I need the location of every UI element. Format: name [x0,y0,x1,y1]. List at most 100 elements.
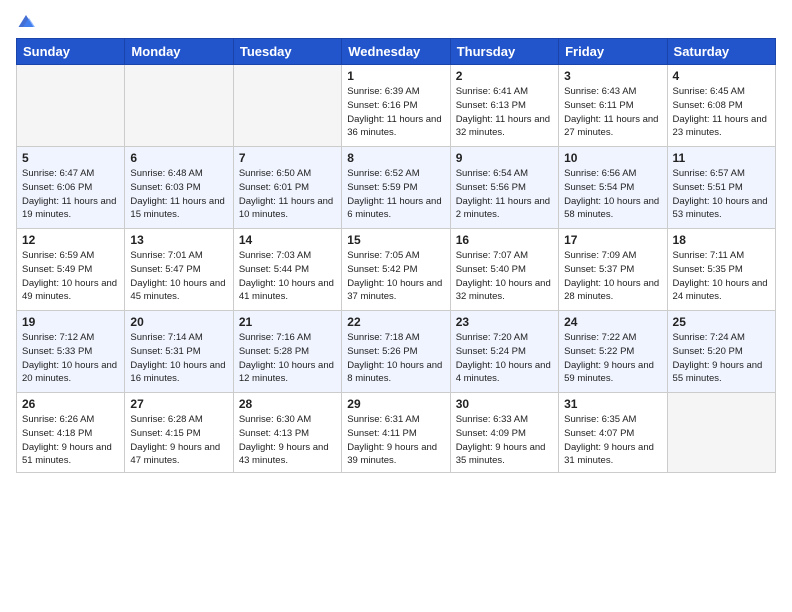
calendar-cell: 17Sunrise: 7:09 AMSunset: 5:37 PMDayligh… [559,229,667,311]
header [16,12,776,30]
day-number: 15 [347,233,444,247]
calendar-cell [667,393,775,473]
day-number: 4 [673,69,770,83]
calendar-cell: 19Sunrise: 7:12 AMSunset: 5:33 PMDayligh… [17,311,125,393]
calendar-cell: 1 Sunrise: 6:39 AMSunset: 6:16 PMDaylight… [342,65,450,147]
day-header-saturday: Saturday [667,39,775,65]
day-number: 19 [22,315,119,329]
day-info: Sunrise: 7:07 AMSunset: 5:40 PMDaylight:… [456,249,553,304]
week-row-2: 5 Sunrise: 6:47 AMSunset: 6:06 PMDaylight… [17,147,776,229]
calendar-cell: 5 Sunrise: 6:47 AMSunset: 6:06 PMDaylight… [17,147,125,229]
day-info: Sunrise: 6:26 AMSunset: 4:18 PMDaylight:… [22,413,119,468]
calendar-cell [125,65,233,147]
day-number: 16 [456,233,553,247]
day-info: Sunrise: 6:48 AMSunset: 6:03 PMDaylight:… [130,167,227,222]
calendar-cell: 29Sunrise: 6:31 AMSunset: 4:11 PMDayligh… [342,393,450,473]
day-number: 3 [564,69,661,83]
day-number: 30 [456,397,553,411]
day-info: Sunrise: 6:47 AMSunset: 6:06 PMDaylight:… [22,167,119,222]
day-info: Sunrise: 7:05 AMSunset: 5:42 PMDaylight:… [347,249,444,304]
day-number: 24 [564,315,661,329]
day-info: Sunrise: 6:57 AMSunset: 5:51 PMDaylight:… [673,167,770,222]
day-number: 12 [22,233,119,247]
day-header-sunday: Sunday [17,39,125,65]
logo [16,12,35,30]
calendar-cell: 25 Sunrise: 7:24 AMSunset: 5:20 PMDayligh… [667,311,775,393]
calendar-cell: 30 Sunrise: 6:33 AMSunset: 4:09 PMDayligh… [450,393,558,473]
day-number: 11 [673,151,770,165]
calendar-cell [233,65,341,147]
day-header-tuesday: Tuesday [233,39,341,65]
day-info: Sunrise: 7:01 AMSunset: 5:47 PMDaylight:… [130,249,227,304]
day-number: 22 [347,315,444,329]
calendar-cell: 6 Sunrise: 6:48 AMSunset: 6:03 PMDaylight… [125,147,233,229]
day-info: Sunrise: 7:11 AMSunset: 5:35 PMDaylight:… [673,249,770,304]
day-info: Sunrise: 6:41 AMSunset: 6:13 PMDaylight:… [456,85,553,140]
day-number: 20 [130,315,227,329]
day-number: 8 [347,151,444,165]
day-number: 25 [673,315,770,329]
week-row-3: 12 Sunrise: 6:59 AMSunset: 5:49 PMDayligh… [17,229,776,311]
day-info: Sunrise: 6:39 AMSunset: 6:16 PMDaylight:… [347,85,444,140]
day-info: Sunrise: 6:45 AMSunset: 6:08 PMDaylight:… [673,85,770,140]
page-container: SundayMondayTuesdayWednesdayThursdayFrid… [0,0,792,612]
day-info: Sunrise: 7:16 AMSunset: 5:28 PMDaylight:… [239,331,336,386]
day-number: 6 [130,151,227,165]
calendar-cell: 7 Sunrise: 6:50 AMSunset: 6:01 PMDaylight… [233,147,341,229]
day-info: Sunrise: 6:43 AMSunset: 6:11 PMDaylight:… [564,85,661,140]
day-info: Sunrise: 7:20 AMSunset: 5:24 PMDaylight:… [456,331,553,386]
calendar-cell: 24 Sunrise: 7:22 AMSunset: 5:22 PMDayligh… [559,311,667,393]
calendar-cell: 8 Sunrise: 6:52 AMSunset: 5:59 PMDaylight… [342,147,450,229]
day-number: 13 [130,233,227,247]
day-number: 2 [456,69,553,83]
day-number: 18 [673,233,770,247]
calendar-cell: 20 Sunrise: 7:14 AMSunset: 5:31 PMDayligh… [125,311,233,393]
day-info: Sunrise: 6:35 AMSunset: 4:07 PMDaylight:… [564,413,661,468]
day-header-monday: Monday [125,39,233,65]
day-info: Sunrise: 7:14 AMSunset: 5:31 PMDaylight:… [130,331,227,386]
week-row-4: 19Sunrise: 7:12 AMSunset: 5:33 PMDayligh… [17,311,776,393]
day-header-wednesday: Wednesday [342,39,450,65]
week-row-5: 26 Sunrise: 6:26 AMSunset: 4:18 PMDayligh… [17,393,776,473]
calendar-cell: 2 Sunrise: 6:41 AMSunset: 6:13 PMDaylight… [450,65,558,147]
day-number: 26 [22,397,119,411]
calendar-cell: 4 Sunrise: 6:45 AMSunset: 6:08 PMDaylight… [667,65,775,147]
day-info: Sunrise: 7:22 AMSunset: 5:22 PMDaylight:… [564,331,661,386]
calendar-cell: 21Sunrise: 7:16 AMSunset: 5:28 PMDayligh… [233,311,341,393]
day-number: 29 [347,397,444,411]
day-header-thursday: Thursday [450,39,558,65]
day-info: Sunrise: 6:59 AMSunset: 5:49 PMDaylight:… [22,249,119,304]
week-row-1: 1 Sunrise: 6:39 AMSunset: 6:16 PMDaylight… [17,65,776,147]
calendar-cell: 23 Sunrise: 7:20 AMSunset: 5:24 PMDayligh… [450,311,558,393]
day-info: Sunrise: 6:30 AMSunset: 4:13 PMDaylight:… [239,413,336,468]
calendar-cell: 14 Sunrise: 7:03 AMSunset: 5:44 PMDayligh… [233,229,341,311]
calendar-cell: 27Sunrise: 6:28 AMSunset: 4:15 PMDayligh… [125,393,233,473]
day-info: Sunrise: 7:24 AMSunset: 5:20 PMDaylight:… [673,331,770,386]
logo-icon [17,12,35,30]
calendar-cell: 26 Sunrise: 6:26 AMSunset: 4:18 PMDayligh… [17,393,125,473]
calendar-cell [17,65,125,147]
calendar-cell: 12 Sunrise: 6:59 AMSunset: 5:49 PMDayligh… [17,229,125,311]
calendar-cell: 18 Sunrise: 7:11 AMSunset: 5:35 PMDayligh… [667,229,775,311]
day-info: Sunrise: 6:52 AMSunset: 5:59 PMDaylight:… [347,167,444,222]
calendar-cell: 9Sunrise: 6:54 AMSunset: 5:56 PMDaylight… [450,147,558,229]
day-number: 5 [22,151,119,165]
day-number: 9 [456,151,553,165]
calendar-cell: 3 Sunrise: 6:43 AMSunset: 6:11 PMDaylight… [559,65,667,147]
calendar-cell: 10Sunrise: 6:56 AMSunset: 5:54 PMDayligh… [559,147,667,229]
day-number: 27 [130,397,227,411]
day-number: 14 [239,233,336,247]
day-header-friday: Friday [559,39,667,65]
calendar-cell: 31Sunrise: 6:35 AMSunset: 4:07 PMDayligh… [559,393,667,473]
day-info: Sunrise: 6:33 AMSunset: 4:09 PMDaylight:… [456,413,553,468]
day-info: Sunrise: 7:18 AMSunset: 5:26 PMDaylight:… [347,331,444,386]
day-number: 1 [347,69,444,83]
day-number: 17 [564,233,661,247]
calendar-cell: 22 Sunrise: 7:18 AMSunset: 5:26 PMDayligh… [342,311,450,393]
day-number: 7 [239,151,336,165]
day-info: Sunrise: 6:50 AMSunset: 6:01 PMDaylight:… [239,167,336,222]
day-number: 23 [456,315,553,329]
calendar-cell: 16 Sunrise: 7:07 AMSunset: 5:40 PMDayligh… [450,229,558,311]
calendar-cell: 11 Sunrise: 6:57 AMSunset: 5:51 PMDayligh… [667,147,775,229]
day-info: Sunrise: 7:03 AMSunset: 5:44 PMDaylight:… [239,249,336,304]
